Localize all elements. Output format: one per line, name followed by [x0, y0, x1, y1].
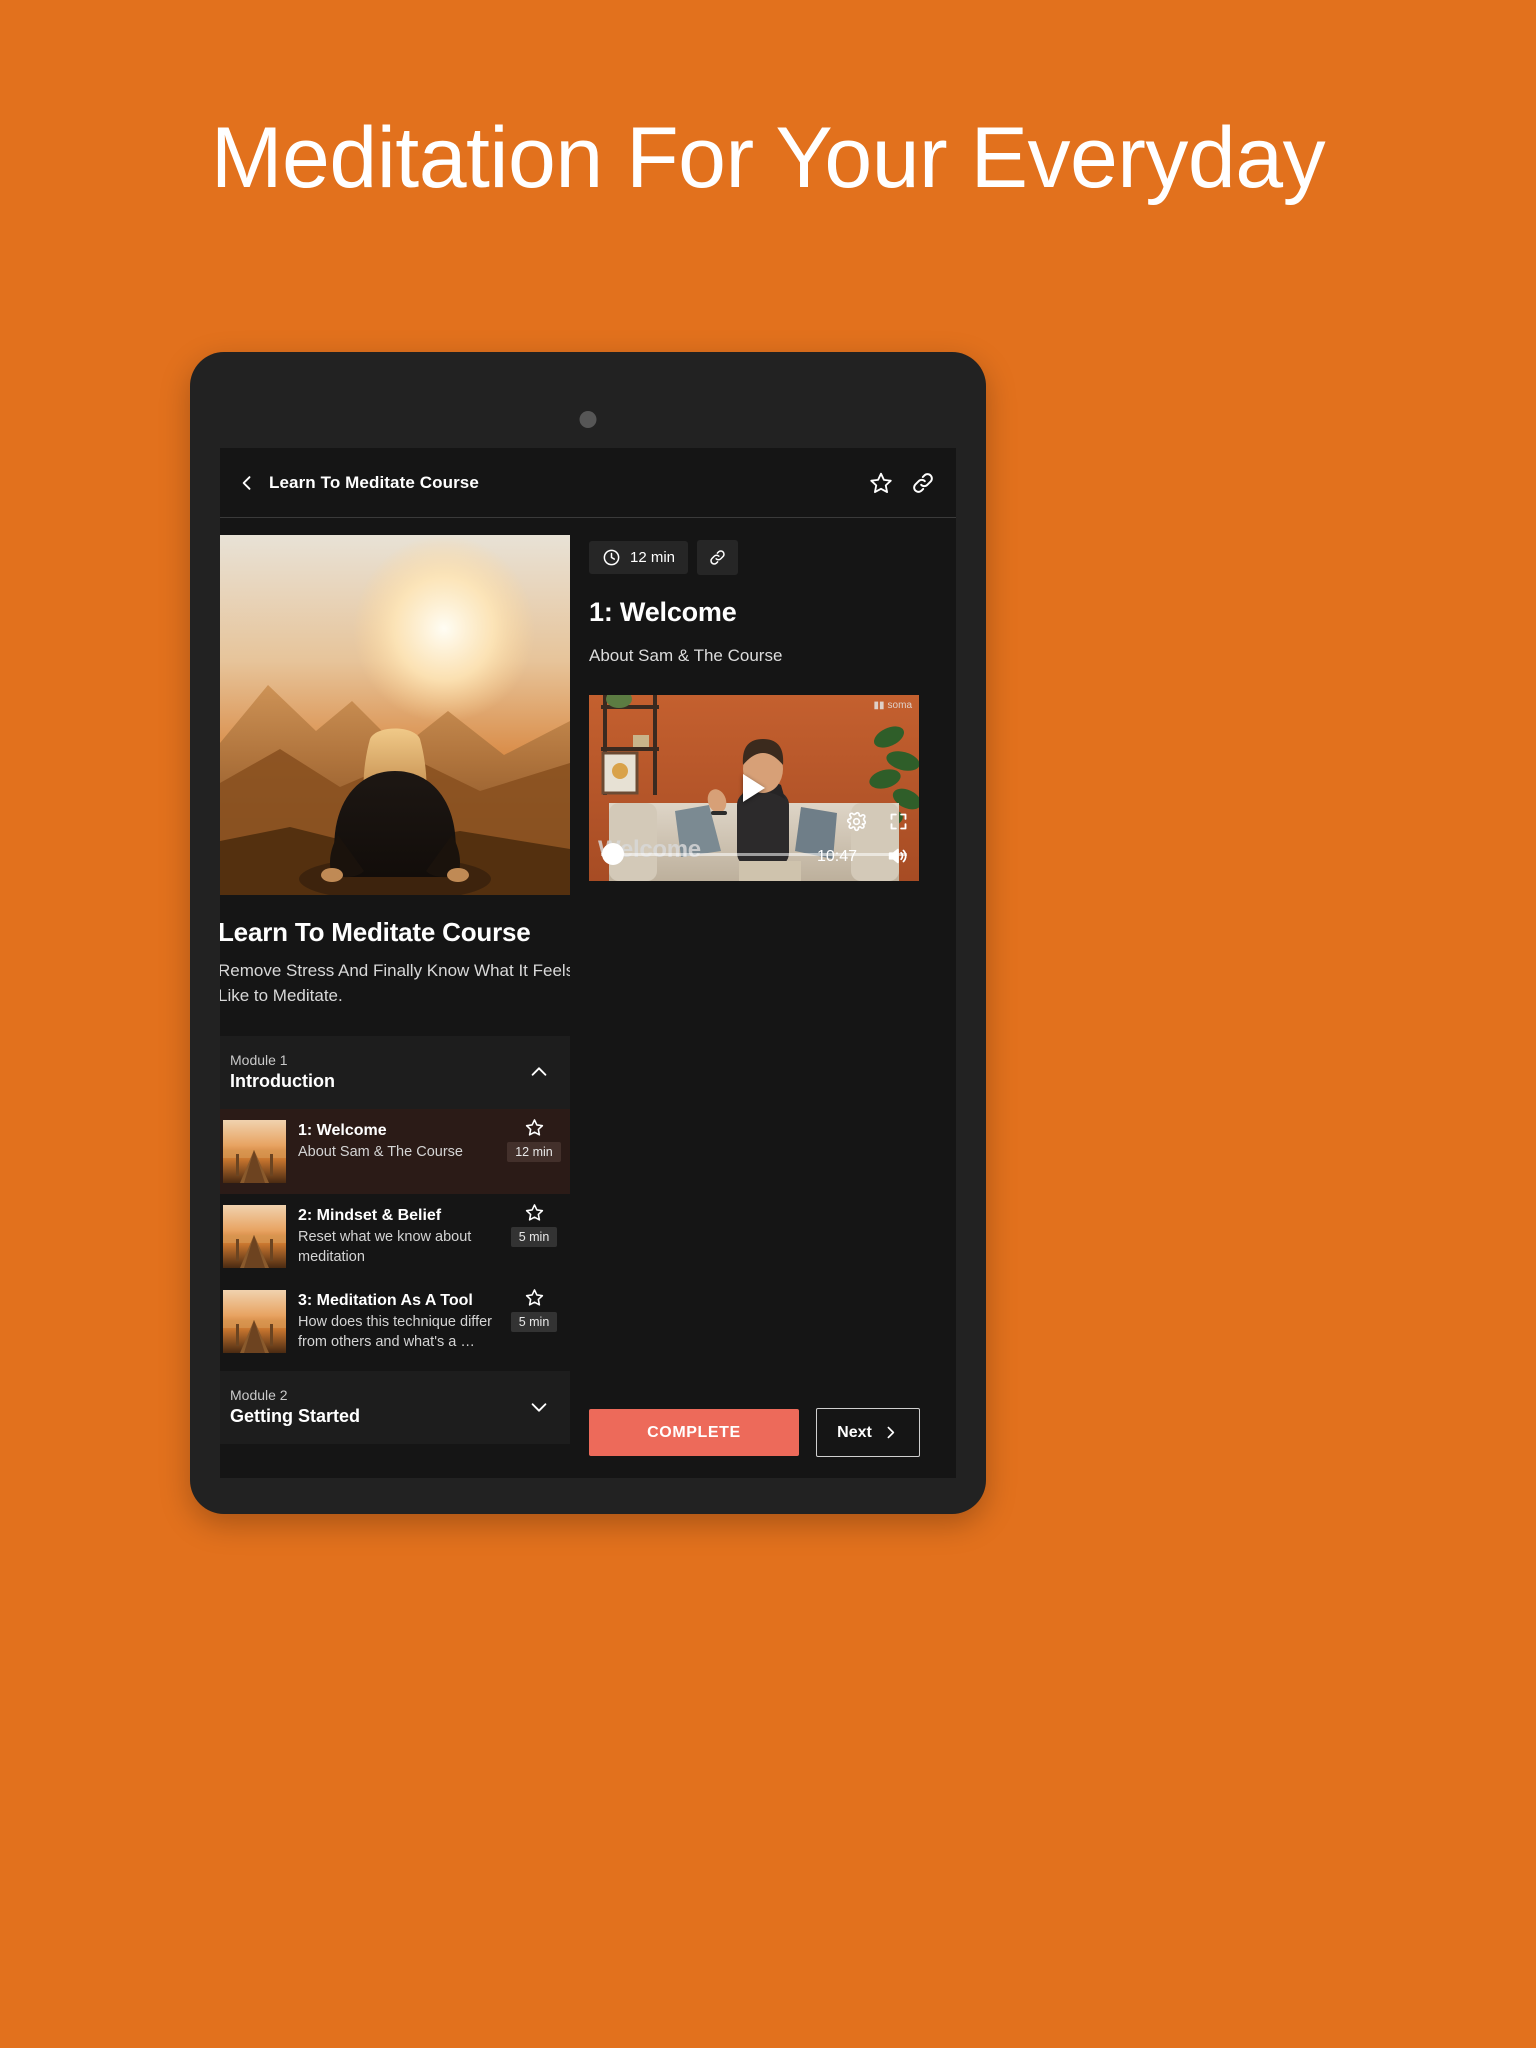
lesson-meta-row: 12 min: [589, 540, 934, 575]
link-icon[interactable]: [708, 548, 727, 567]
lesson-text: 1: Welcome About Sam & The Course: [298, 1120, 498, 1163]
course-hero-image: [220, 535, 570, 895]
module-header-2[interactable]: Module 2 Getting Started: [220, 1371, 570, 1445]
detail-action-bar: COMPLETE Next: [589, 1408, 920, 1457]
player-time-remaining: 10:47: [816, 848, 857, 865]
lesson-meta: 5 min: [501, 1202, 567, 1248]
seek-handle[interactable]: [602, 843, 624, 865]
lesson-description: About Sam & The Course: [298, 1144, 463, 1161]
chevron-up-icon[interactable]: [528, 1061, 550, 1083]
lesson-duration: 12 min: [507, 1142, 561, 1163]
link-icon[interactable]: [910, 470, 936, 496]
chevron-right-icon: [887, 1426, 894, 1439]
pier-sunset-thumbnail: [223, 1120, 286, 1184]
lesson-meta: 12 min: [501, 1117, 567, 1163]
duration-value: 12 min: [630, 549, 676, 566]
lesson-thumbnail: [223, 1205, 286, 1269]
module-kicker: Module 2: [230, 1387, 288, 1404]
lesson-description: How does this technique differ from othe…: [298, 1314, 492, 1350]
lesson-text: 3: Meditation As A Tool How does this te…: [298, 1290, 498, 1352]
pier-sunset-thumbnail: [223, 1290, 286, 1354]
gear-icon[interactable]: [846, 811, 867, 832]
course-title: Learn To Meditate Course: [220, 917, 531, 947]
module-header-1[interactable]: Module 1 Introduction: [220, 1036, 570, 1110]
complete-button[interactable]: COMPLETE: [589, 1409, 799, 1456]
lesson-row-2[interactable]: 2: Mindset & Belief Reset what we know a…: [220, 1194, 570, 1280]
lesson-detail-subtitle: About Sam & The Course: [589, 646, 783, 665]
tablet-device-frame: Learn To Meditate Course Learn To Medita…: [190, 352, 986, 1514]
star-outline-icon[interactable]: [524, 1287, 545, 1308]
module-name: Getting Started: [230, 1406, 361, 1427]
star-outline-icon[interactable]: [524, 1117, 545, 1138]
lesson-description: Reset what we know about meditation: [298, 1229, 472, 1265]
lesson-row-1[interactable]: 1: Welcome About Sam & The Course 12 min: [220, 1109, 570, 1195]
lesson-detail-panel: 12 min 1: Welcome About Sam & The Course: [570, 518, 956, 1478]
copy-link-chip[interactable]: [697, 540, 739, 575]
volume-icon[interactable]: [886, 845, 908, 867]
clock-icon: [603, 549, 620, 566]
lesson-meta: 5 min: [501, 1287, 567, 1333]
brand-bars-icon: ▮▮: [873, 700, 885, 711]
pier-sunset-thumbnail: [223, 1205, 286, 1269]
course-description: Remove Stress And Finally Know What It F…: [220, 961, 570, 1005]
lesson-duration: 5 min: [510, 1312, 558, 1333]
video-player[interactable]: ▮▮ soma Welcome 10:47: [589, 695, 919, 881]
front-camera-dot: [579, 411, 597, 428]
play-icon[interactable]: [743, 774, 765, 802]
app-header: Learn To Meditate Course: [220, 448, 956, 518]
lesson-title: 2: Mindset & Belief: [298, 1207, 442, 1225]
chevron-down-icon[interactable]: [528, 1396, 550, 1418]
header-title: Learn To Meditate Course: [269, 472, 479, 492]
star-outline-icon[interactable]: [868, 470, 894, 496]
app-screen: Learn To Meditate Course Learn To Medita…: [220, 448, 956, 1478]
module-kicker: Module 1: [230, 1052, 288, 1069]
star-outline-icon[interactable]: [524, 1202, 545, 1223]
seek-bar[interactable]: [601, 853, 907, 856]
lesson-thumbnail: [223, 1290, 286, 1354]
duration-chip: 12 min: [589, 541, 689, 574]
next-label: Next: [837, 1423, 872, 1441]
back-button[interactable]: [230, 466, 264, 500]
lesson-title: 1: Welcome: [298, 1122, 387, 1140]
player-top-controls: [846, 811, 909, 832]
chevron-left-icon: [242, 475, 251, 490]
lesson-row-3[interactable]: 3: Meditation As A Tool How does this te…: [220, 1279, 570, 1365]
lesson-title: 3: Meditation As A Tool: [298, 1292, 473, 1310]
header-actions: [868, 470, 956, 496]
next-button[interactable]: Next: [816, 1408, 920, 1457]
player-brand: ▮▮ soma: [874, 700, 912, 711]
meditation-sunset-photo: [220, 535, 570, 895]
module-name: Introduction: [230, 1071, 335, 1092]
lesson-thumbnail: [223, 1120, 286, 1184]
brand-label: soma: [887, 700, 912, 711]
content-area: Learn To Meditate Course Remove Stress A…: [220, 518, 956, 1478]
course-sidebar: Learn To Meditate Course Remove Stress A…: [220, 518, 570, 1478]
fullscreen-icon[interactable]: [888, 811, 909, 832]
module-list: Module 1 Introduction 1: Welcome About S…: [220, 1036, 570, 1445]
lesson-duration: 5 min: [510, 1227, 558, 1248]
lesson-detail-title: 1: Welcome: [589, 597, 737, 627]
lesson-text: 2: Mindset & Belief Reset what we know a…: [298, 1205, 498, 1267]
promo-headline: Meditation For Your Everyday: [210, 110, 1326, 206]
